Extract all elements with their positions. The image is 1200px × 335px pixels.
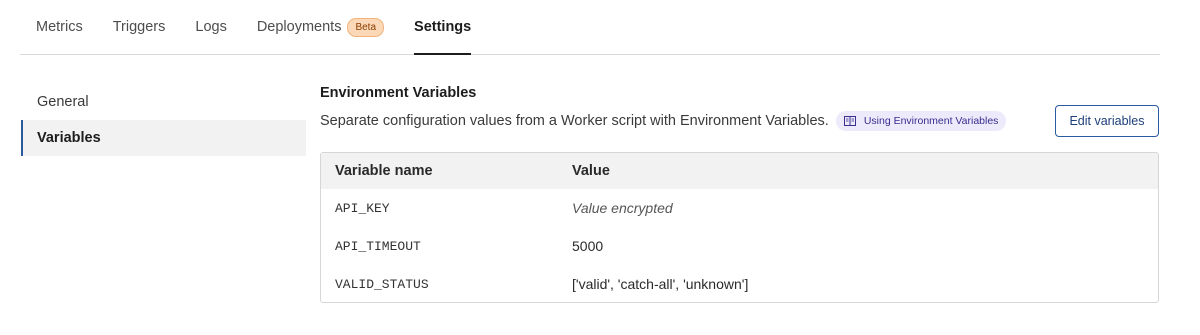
edit-variables-button[interactable]: Edit variables <box>1055 105 1159 137</box>
docs-link-label: Using Environment Variables <box>863 115 999 127</box>
variable-value: 5000 <box>572 238 604 254</box>
table-row: API_KEY Value encrypted <box>321 189 1158 227</box>
docs-link[interactable]: Using Environment Variables <box>835 111 1007 131</box>
table-row: API_TIMEOUT 5000 <box>321 227 1158 265</box>
tab-bar: Metrics Triggers Logs Deployments Beta S… <box>20 0 1160 55</box>
tab-settings[interactable]: Settings <box>399 0 486 55</box>
column-header-name: Variable name <box>335 163 433 179</box>
tab-metrics[interactable]: Metrics <box>20 0 98 54</box>
variable-value: ['valid', 'catch-all', 'unknown'] <box>572 276 749 292</box>
variable-value: Value encrypted <box>572 200 673 216</box>
section-description: Separate configuration values from a Wor… <box>320 113 829 129</box>
tab-label: Metrics <box>36 19 83 35</box>
tab-deployments[interactable]: Deployments Beta <box>242 0 399 54</box>
table-header: Variable name Value <box>321 153 1158 189</box>
sidebar-item-label: General <box>37 94 89 110</box>
tab-label: Deployments <box>256 19 342 35</box>
beta-badge: Beta <box>347 17 385 37</box>
tab-logs[interactable]: Logs <box>180 0 241 54</box>
sidebar-item-variables[interactable]: Variables <box>21 120 306 156</box>
column-header-value: Value <box>572 163 610 179</box>
sidebar-item-general[interactable]: General <box>21 84 306 120</box>
variable-name: VALID_STATUS <box>335 276 429 292</box>
variable-name: API_KEY <box>335 200 390 216</box>
tab-label: Triggers <box>112 19 166 35</box>
sidebar-item-label: Variables <box>37 130 101 146</box>
variables-table: Variable name Value API_KEY Value encryp… <box>320 152 1159 303</box>
tab-label: Logs <box>195 19 227 35</box>
section-description-row: Separate configuration values from a Wor… <box>320 111 1007 131</box>
settings-sidebar: General Variables <box>21 84 306 156</box>
tab-label: Settings <box>414 19 472 35</box>
table-row: VALID_STATUS ['valid', 'catch-all', 'unk… <box>321 265 1158 302</box>
section-title: Environment Variables <box>320 85 477 101</box>
variable-name: API_TIMEOUT <box>335 238 421 254</box>
tab-triggers[interactable]: Triggers <box>98 0 181 54</box>
book-icon <box>843 116 856 126</box>
